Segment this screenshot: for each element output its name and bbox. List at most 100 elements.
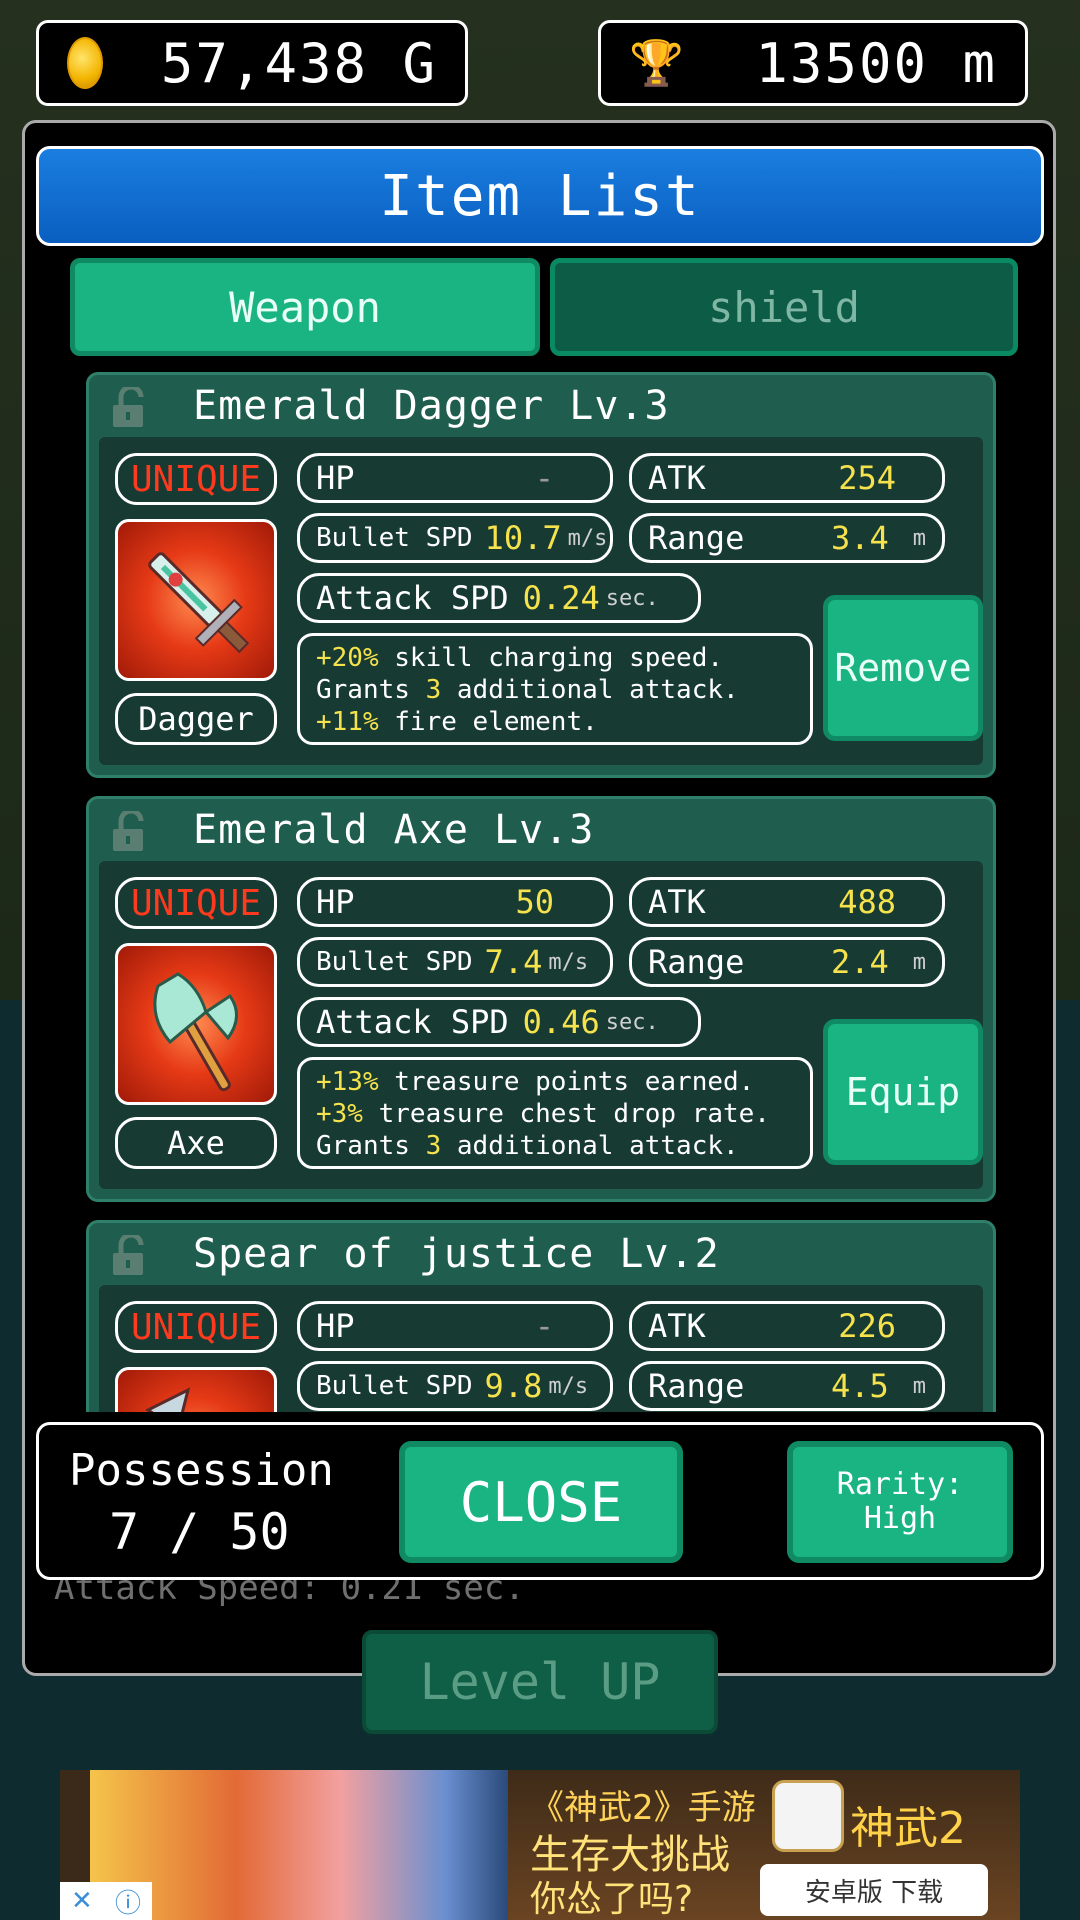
ad-app-icon [772, 1780, 844, 1852]
stat-label: ATK [648, 459, 706, 497]
ad-tagline: 你怂了吗? [530, 1879, 694, 1920]
dialog-footer: Possession 7 / 50 CLOSE Rarity: High [36, 1422, 1044, 1580]
stat-atk: ATK 488 [629, 877, 945, 927]
gold-value: 57,438 G [160, 31, 437, 95]
effect-line: Grants 3 additional attack. [316, 675, 739, 705]
unlock-icon[interactable] [111, 1235, 151, 1277]
stat-value: 0.24 [522, 579, 600, 617]
rarity-sort-label: Rarity: [836, 1467, 964, 1502]
dialog-title: Item List [36, 146, 1044, 246]
stat-range: Range 3.4 m [629, 513, 945, 563]
dagger-icon [115, 519, 277, 681]
stat-label: ATK [648, 883, 706, 921]
stat-attack-speed: Attack SPD 0.46 sec. [297, 997, 701, 1047]
stat-label: HP [316, 459, 355, 497]
coin-icon [67, 37, 103, 89]
stat-hp: HP - [297, 1301, 613, 1351]
stat-label: Range [648, 519, 745, 557]
possession-count: 7 / 50 [109, 1503, 290, 1561]
distance-value: 13500 m [755, 31, 997, 95]
stat-value: - [534, 1307, 554, 1345]
stat-unit: m [912, 949, 926, 975]
equip-button[interactable]: Equip [823, 1019, 983, 1165]
stat-attack-speed: Attack SPD 0.24 sec. [297, 573, 701, 623]
level-up-button[interactable]: Level UP [362, 1630, 718, 1734]
distance-counter: 🏆 13500 m [598, 20, 1028, 106]
stat-value: 254 [838, 459, 896, 497]
stat-hp: HP - [297, 453, 613, 503]
item-card: Emerald Axe Lv.3 UNIQUE Axe HP 50 ATK 48… [86, 796, 996, 1202]
ad-close-controls[interactable]: ✕ ⓘ [60, 1882, 152, 1920]
effect-line: +20% skill charging speed. [316, 643, 723, 673]
stat-label: ATK [648, 1307, 706, 1345]
stat-range: Range 4.5 m [629, 1361, 945, 1411]
item-effects: +20% skill charging speed. Grants 3 addi… [297, 633, 813, 745]
close-button[interactable]: CLOSE [399, 1441, 683, 1563]
stat-label: Bullet SPD [316, 1371, 473, 1401]
effect-line: +13% treasure points earned. [316, 1067, 755, 1097]
stat-label: Attack SPD [316, 1003, 509, 1041]
effect-line: Grants 3 additional attack. [316, 1131, 739, 1161]
close-icon[interactable]: ✕ [71, 1886, 93, 1916]
trophy-icon: 🏆 [629, 38, 684, 89]
gold-counter: 57,438 G [36, 20, 468, 106]
stat-unit: m [912, 525, 926, 551]
stat-unit: m/s [548, 1373, 589, 1399]
spear-icon [115, 1367, 277, 1412]
stat-label: Bullet SPD [316, 523, 473, 553]
stat-value: 226 [838, 1307, 896, 1345]
ad-brand: 神武2 [850, 1803, 966, 1854]
item-effects: +13% treasure points earned. +3% treasur… [297, 1057, 813, 1169]
effect-line: +11% fire element. [316, 707, 598, 737]
unlock-icon[interactable] [111, 387, 151, 429]
item-type: Dagger [115, 693, 277, 745]
stat-atk: ATK 226 [629, 1301, 945, 1351]
stat-value: 4.5 [830, 1367, 889, 1405]
stat-unit: m [912, 1373, 926, 1399]
ad-artwork [90, 1770, 508, 1920]
stat-unit: m/s [548, 949, 589, 975]
item-name: Emerald Dagger Lv.3 [193, 383, 670, 429]
stat-hp: HP 50 [297, 877, 613, 927]
rarity-sort-button[interactable]: Rarity: High [787, 1441, 1013, 1563]
item-list-dialog: Item List Weapon shield Emerald Dagger L… [36, 146, 1044, 1580]
rarity-sort-value: High [863, 1501, 937, 1536]
effect-line: +3% treasure chest drop rate. [316, 1099, 770, 1129]
stat-label: Range [648, 943, 745, 981]
rarity-badge: UNIQUE [115, 877, 277, 929]
rarity-badge: UNIQUE [115, 453, 277, 505]
item-name: Spear of justice Lv.2 [193, 1231, 720, 1277]
stat-value: 9.8 [484, 1367, 543, 1405]
stat-value: - [534, 459, 554, 497]
stat-label: Attack SPD [316, 579, 509, 617]
stat-value: 50 [515, 883, 554, 921]
stat-bullet-speed: Bullet SPD 7.4 m/s [297, 937, 613, 987]
item-name: Emerald Axe Lv.3 [193, 807, 595, 853]
stat-value: 10.7 [484, 519, 562, 557]
stat-value: 488 [838, 883, 896, 921]
stat-range: Range 2.4 m [629, 937, 945, 987]
stat-label: Bullet SPD [316, 947, 473, 977]
stat-bullet-speed: Bullet SPD 9.8 m/s [297, 1361, 613, 1411]
stat-bullet-speed: Bullet SPD 10.7 m/s [297, 513, 613, 563]
stat-value: 2.4 [830, 943, 889, 981]
stat-label: HP [316, 883, 355, 921]
rarity-badge: UNIQUE [115, 1301, 277, 1353]
stat-label: Range [648, 1367, 745, 1405]
item-card: Emerald Dagger Lv.3 UNIQUE Dagger HP - A… [86, 372, 996, 778]
stat-atk: ATK 254 [629, 453, 945, 503]
possession-label: Possession [69, 1445, 334, 1496]
unlock-icon[interactable] [111, 811, 151, 853]
item-card: Spear of justice Lv.2 UNIQUE HP - ATK 22… [86, 1220, 996, 1412]
tab-weapon[interactable]: Weapon [70, 258, 540, 356]
stat-unit: sec. [605, 1009, 659, 1035]
remove-button[interactable]: Remove [823, 595, 983, 741]
tab-shield[interactable]: shield [550, 258, 1018, 356]
item-list[interactable]: Emerald Dagger Lv.3 UNIQUE Dagger HP - A… [86, 372, 998, 1412]
stat-unit: m/s [567, 525, 608, 551]
info-icon[interactable]: ⓘ [115, 1883, 141, 1920]
ad-download-button[interactable]: 安卓版 下载 [760, 1864, 988, 1916]
stat-value: 0.46 [522, 1003, 600, 1041]
axe-icon [115, 943, 277, 1105]
ad-banner[interactable]: 《神武2》手游 生存大挑战 你怂了吗? 神武2 安卓版 下载 ✕ ⓘ [60, 1770, 1020, 1920]
